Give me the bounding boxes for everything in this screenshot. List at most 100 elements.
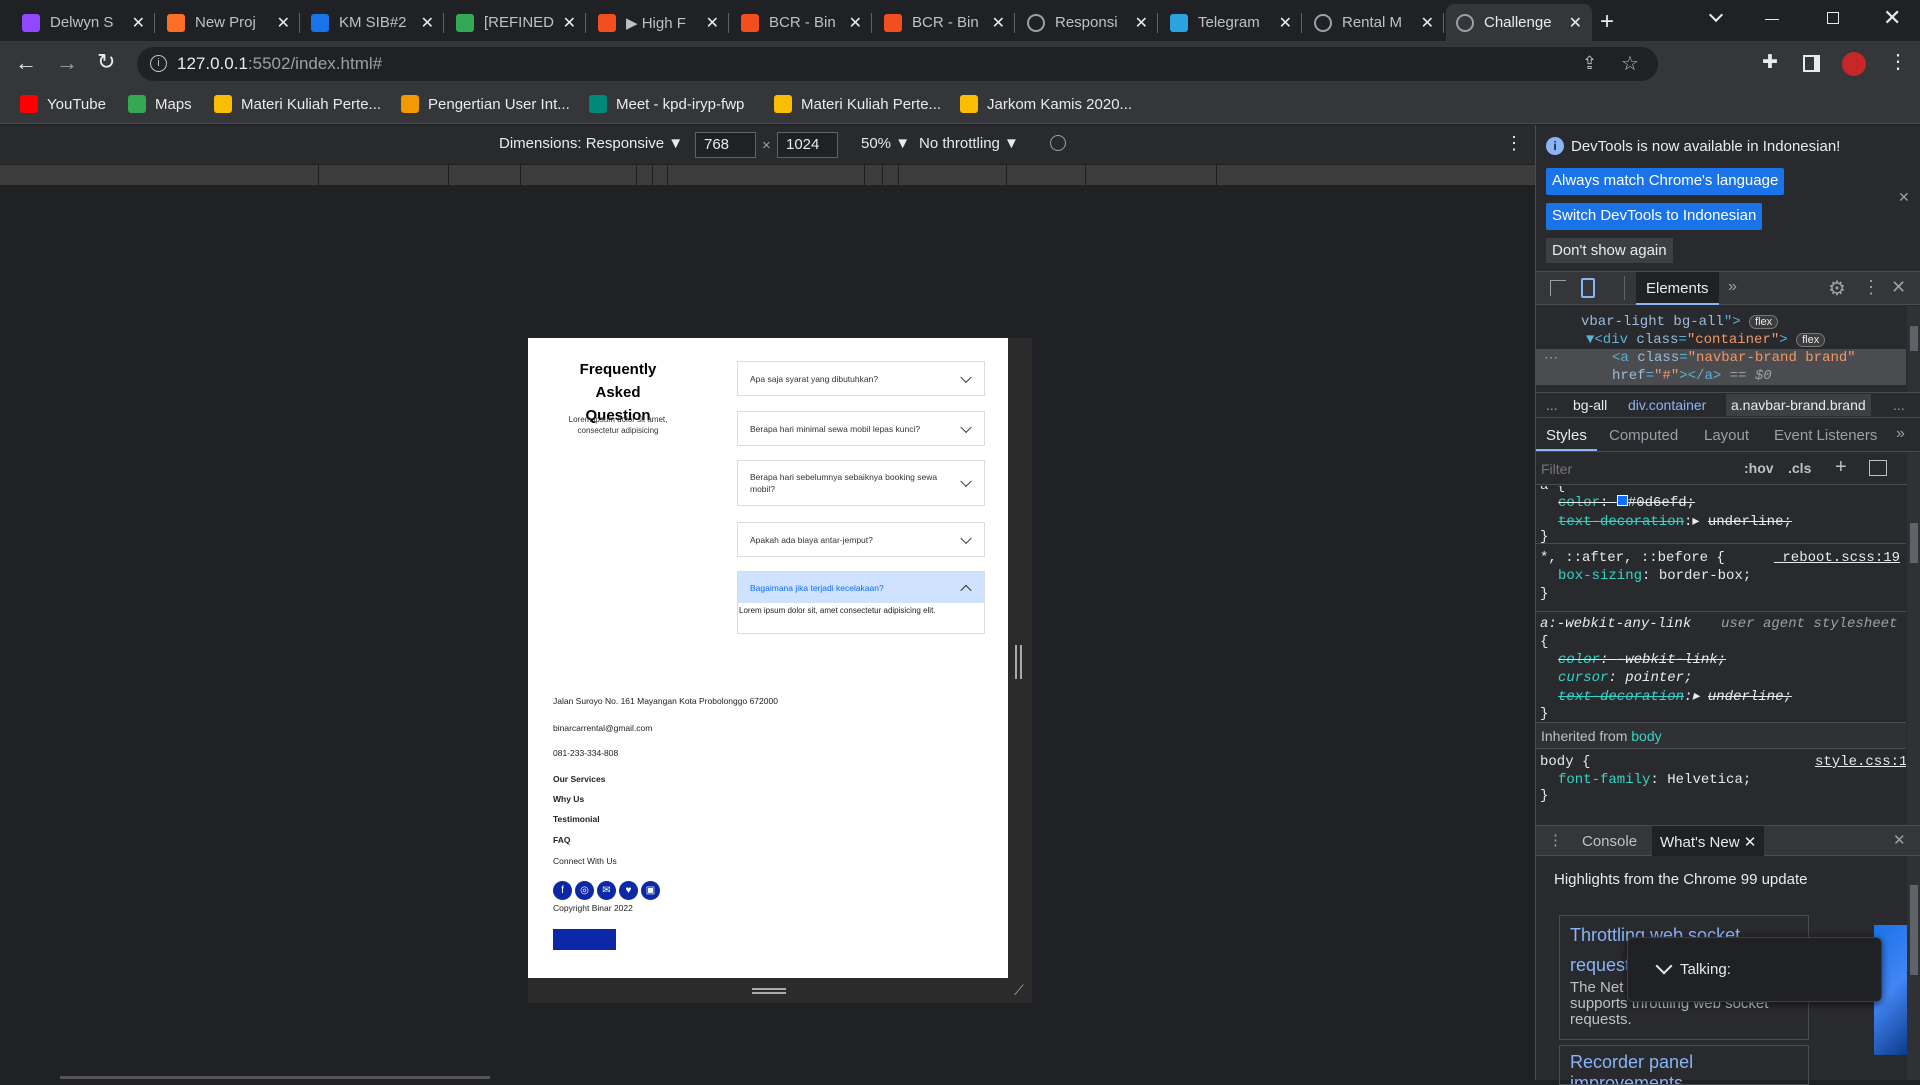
chrome-menu-icon[interactable]: ⋮	[1888, 49, 1908, 74]
close-tab-icon[interactable]: ✕	[1421, 13, 1434, 33]
inherited-element[interactable]: body	[1631, 728, 1661, 744]
facebook-icon[interactable]: f	[553, 881, 572, 900]
match-language-button[interactable]: Always match Chrome's language	[1546, 168, 1785, 195]
faq-item[interactable]: Berapa hari minimal sewa mobil lepas kun…	[737, 411, 985, 446]
instagram-icon[interactable]: ◎	[575, 881, 594, 900]
css-ua-cursor-val[interactable]: pointer;	[1625, 670, 1692, 686]
forward-button[interactable]: →	[56, 50, 78, 76]
close-banner-icon[interactable]: ✕	[1898, 189, 1910, 206]
throttling-select[interactable]: No throttling ▼	[919, 135, 1019, 152]
close-tab-icon[interactable]: ✕	[277, 13, 290, 33]
tab-3[interactable]: [REFINED ✕	[446, 4, 586, 41]
close-tab-icon[interactable]: ✕	[706, 13, 719, 33]
twitter-icon[interactable]: ♥	[619, 881, 638, 900]
breadcrumb-more-left[interactable]: ...	[1546, 397, 1558, 413]
resize-handle-right[interactable]	[1008, 338, 1032, 1003]
mail-icon[interactable]: ✉	[597, 881, 616, 900]
switch-language-button[interactable]: Switch DevTools to Indonesian	[1546, 203, 1763, 230]
faq-question-open[interactable]: Bagaimana jika terjadi kecelakaan?	[738, 572, 984, 603]
chevron-down-icon[interactable]	[960, 532, 972, 544]
close-tab-icon[interactable]: ✕	[1569, 13, 1582, 33]
close-tab-icon[interactable]: ✕	[1279, 13, 1292, 33]
dom-scrollbar[interactable]	[1907, 306, 1920, 392]
footer-link-testimonial[interactable]: Testimonial	[553, 814, 600, 824]
more-tabs-icon[interactable]: »	[1728, 278, 1737, 296]
toggle-sidebar-icon[interactable]	[1869, 460, 1887, 476]
new-tab-button[interactable]: +	[1600, 8, 1614, 36]
bookmark-item[interactable]: Maps	[128, 95, 192, 113]
device-mode-icon[interactable]	[1581, 278, 1595, 298]
css-source-reboot[interactable]: _reboot.scss:19	[1774, 550, 1900, 566]
tab-6[interactable]: BCR - Bin ✕	[874, 4, 1015, 41]
css-val-text-decoration[interactable]: underline;	[1708, 514, 1792, 530]
talking-overlay[interactable]: Talking:	[1627, 937, 1882, 1002]
drawer-menu-icon[interactable]: ⋮	[1548, 831, 1563, 849]
back-button[interactable]: ←	[15, 50, 37, 76]
css-selector-body[interactable]: body {	[1540, 754, 1590, 770]
tab-elements[interactable]: Elements	[1636, 272, 1719, 305]
tab-0[interactable]: Delwyn S ✕	[12, 4, 155, 41]
tab-8[interactable]: Telegram ✕	[1160, 4, 1302, 41]
css-selector-webkit-link[interactable]: a:-webkit-any-link	[1540, 616, 1691, 632]
css-ua-color-val[interactable]: -webkit-link;	[1617, 652, 1726, 668]
close-drawer-icon[interactable]: ✕	[1893, 831, 1906, 849]
minimize-button[interactable]	[1765, 19, 1779, 20]
breadcrumb-navbar-brand[interactable]: a.navbar-brand.brand	[1726, 394, 1871, 416]
settings-icon[interactable]: ⚙	[1828, 276, 1846, 301]
bookmark-item[interactable]: Jarkom Kamis 2020...	[960, 95, 1132, 113]
chevron-down-icon[interactable]	[960, 475, 972, 488]
css-prop-color[interactable]: color	[1558, 495, 1600, 511]
tab-2[interactable]: KM SIB#2 ✕	[301, 4, 444, 41]
reload-button[interactable]: ↻	[97, 49, 115, 75]
styles-filter-input[interactable]	[1541, 457, 1731, 481]
media-query-ruler[interactable]	[0, 164, 1535, 186]
twitch-icon[interactable]: ▣	[641, 881, 660, 900]
side-panel-icon[interactable]	[1803, 55, 1820, 72]
tab-4[interactable]: ▶ High F ✕	[588, 4, 729, 41]
devtools-menu-icon[interactable]: ⋮	[1862, 277, 1880, 298]
tab-1[interactable]: New Proj ✕	[157, 4, 300, 41]
hov-toggle[interactable]: :hov	[1744, 460, 1774, 476]
more-panes-icon[interactable]: »	[1896, 425, 1905, 443]
dimensions-select[interactable]: Dimensions: Responsive ▼	[499, 135, 683, 152]
chevron-up-icon[interactable]	[960, 584, 972, 596]
color-swatch[interactable]	[1616, 495, 1628, 506]
footer-brand-logo[interactable]	[553, 929, 616, 950]
dont-show-button[interactable]: Don't show again	[1546, 238, 1673, 263]
breadcrumb-container[interactable]: div.container	[1628, 397, 1706, 413]
close-tab-icon[interactable]: ✕	[421, 13, 434, 33]
bookmark-item[interactable]: Materi Kuliah Perte...	[214, 95, 381, 113]
height-input[interactable]: 1024	[777, 132, 838, 158]
bookmark-item[interactable]: Materi Kuliah Perte...	[774, 95, 941, 113]
corner-resize-icon[interactable]: ⟋	[1014, 982, 1024, 999]
css-source-style[interactable]: style.css:1	[1815, 754, 1906, 770]
chevron-down-icon[interactable]	[960, 371, 972, 383]
feature-card-recorder[interactable]: Recorder panel improvements	[1559, 1045, 1809, 1085]
close-tab-icon[interactable]: ✕	[992, 13, 1005, 33]
share-icon[interactable]: ⇪	[1582, 53, 1597, 74]
css-prop-font-family[interactable]: font-family	[1558, 772, 1650, 788]
footer-link-why-us[interactable]: Why Us	[553, 794, 584, 804]
faq-item[interactable]: Berapa hari sebelumnya sebaiknya booking…	[737, 460, 985, 506]
css-selector-universal[interactable]: *, ::after, ::before {	[1540, 550, 1725, 566]
css-prop-box-sizing[interactable]: box-sizing	[1558, 568, 1642, 584]
tab-9[interactable]: Rental M ✕	[1304, 4, 1444, 41]
width-input[interactable]: 768	[695, 132, 756, 158]
tab-5[interactable]: BCR - Bin ✕	[731, 4, 872, 41]
css-val-box-sizing[interactable]: border-box;	[1659, 568, 1751, 584]
tab-7[interactable]: Responsi ✕	[1017, 4, 1158, 41]
tab-10[interactable]: Challenge ✕	[1446, 4, 1592, 41]
rotate-icon[interactable]	[1050, 135, 1066, 151]
drawer-tab-whats-new[interactable]: What's New ✕	[1652, 826, 1765, 856]
close-devtools-icon[interactable]: ✕	[1891, 277, 1906, 298]
faq-item[interactable]: Apakah ada biaya antar-jemput?	[737, 522, 985, 557]
inspect-icon[interactable]	[1550, 280, 1566, 296]
bookmark-item[interactable]: Meet - kpd-iryp-fwp	[589, 95, 744, 113]
close-tab-icon[interactable]: ✕	[849, 13, 862, 33]
bookmark-star-icon[interactable]: ☆	[1621, 51, 1639, 76]
resize-handle-bottom[interactable]: ⟋	[528, 978, 1032, 1003]
faq-item[interactable]: Bagaimana jika terjadi kecelakaan? Lorem …	[737, 571, 985, 634]
css-prop-text-decoration[interactable]: text-decoration	[1558, 514, 1684, 530]
close-tab-icon[interactable]: ✕	[563, 13, 576, 33]
css-ua-cursor[interactable]: cursor	[1558, 670, 1608, 686]
